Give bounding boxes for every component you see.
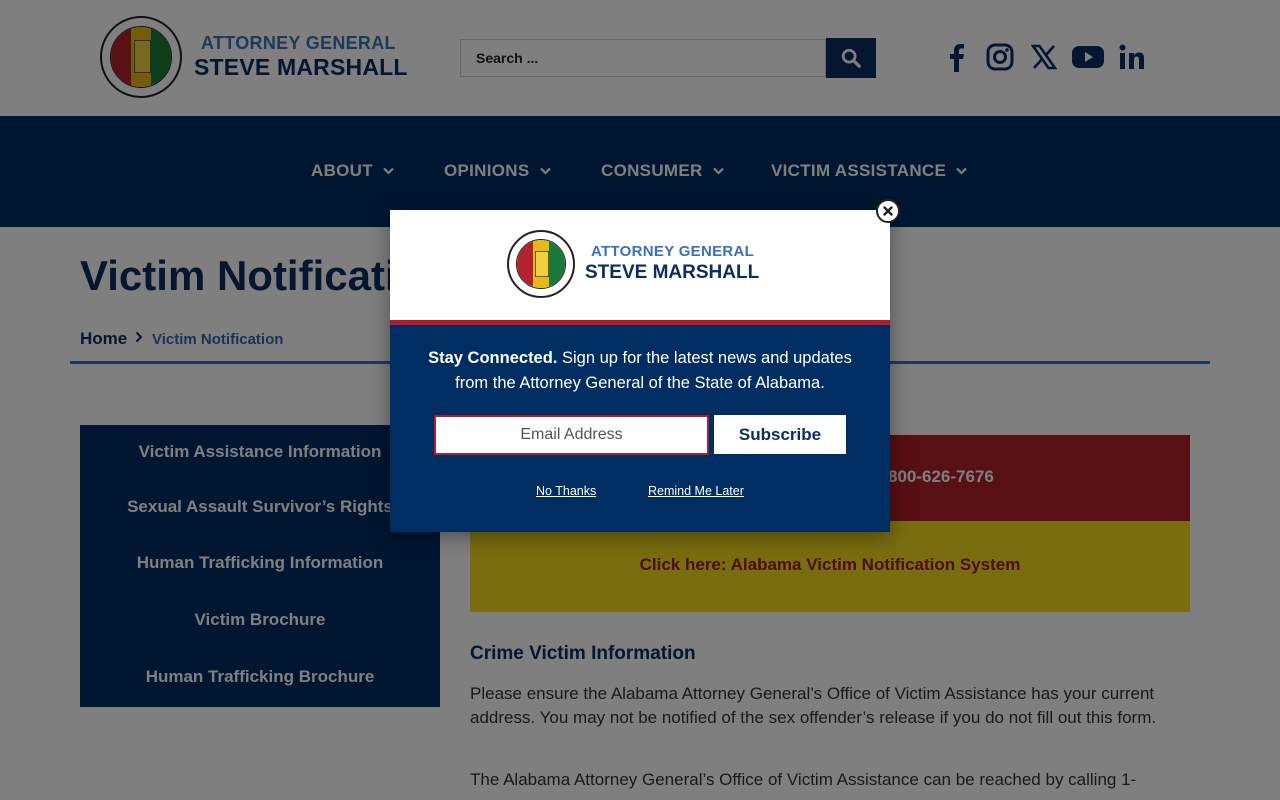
remind-me-later-link[interactable]: Remind Me Later [648,484,744,498]
modal-brand-name: STEVE MARSHALL [585,262,760,283]
no-thanks-link[interactable]: No Thanks [536,484,596,498]
modal-message-bold: Stay Connected. [428,349,558,367]
modal-message: Stay Connected. Sign up for the latest n… [410,346,870,396]
close-button[interactable] [876,199,900,223]
subscribe-button[interactable]: Subscribe [714,415,846,454]
modal-stripe [390,320,890,325]
close-icon [883,206,893,216]
newsletter-modal: ATTORNEY GENERAL STEVE MARSHALL Stay Con… [390,210,890,532]
email-field[interactable] [434,415,709,455]
modal-header: ATTORNEY GENERAL STEVE MARSHALL [390,210,890,320]
state-seal-logo [507,230,575,298]
modal-brand-title: ATTORNEY GENERAL [591,243,755,260]
